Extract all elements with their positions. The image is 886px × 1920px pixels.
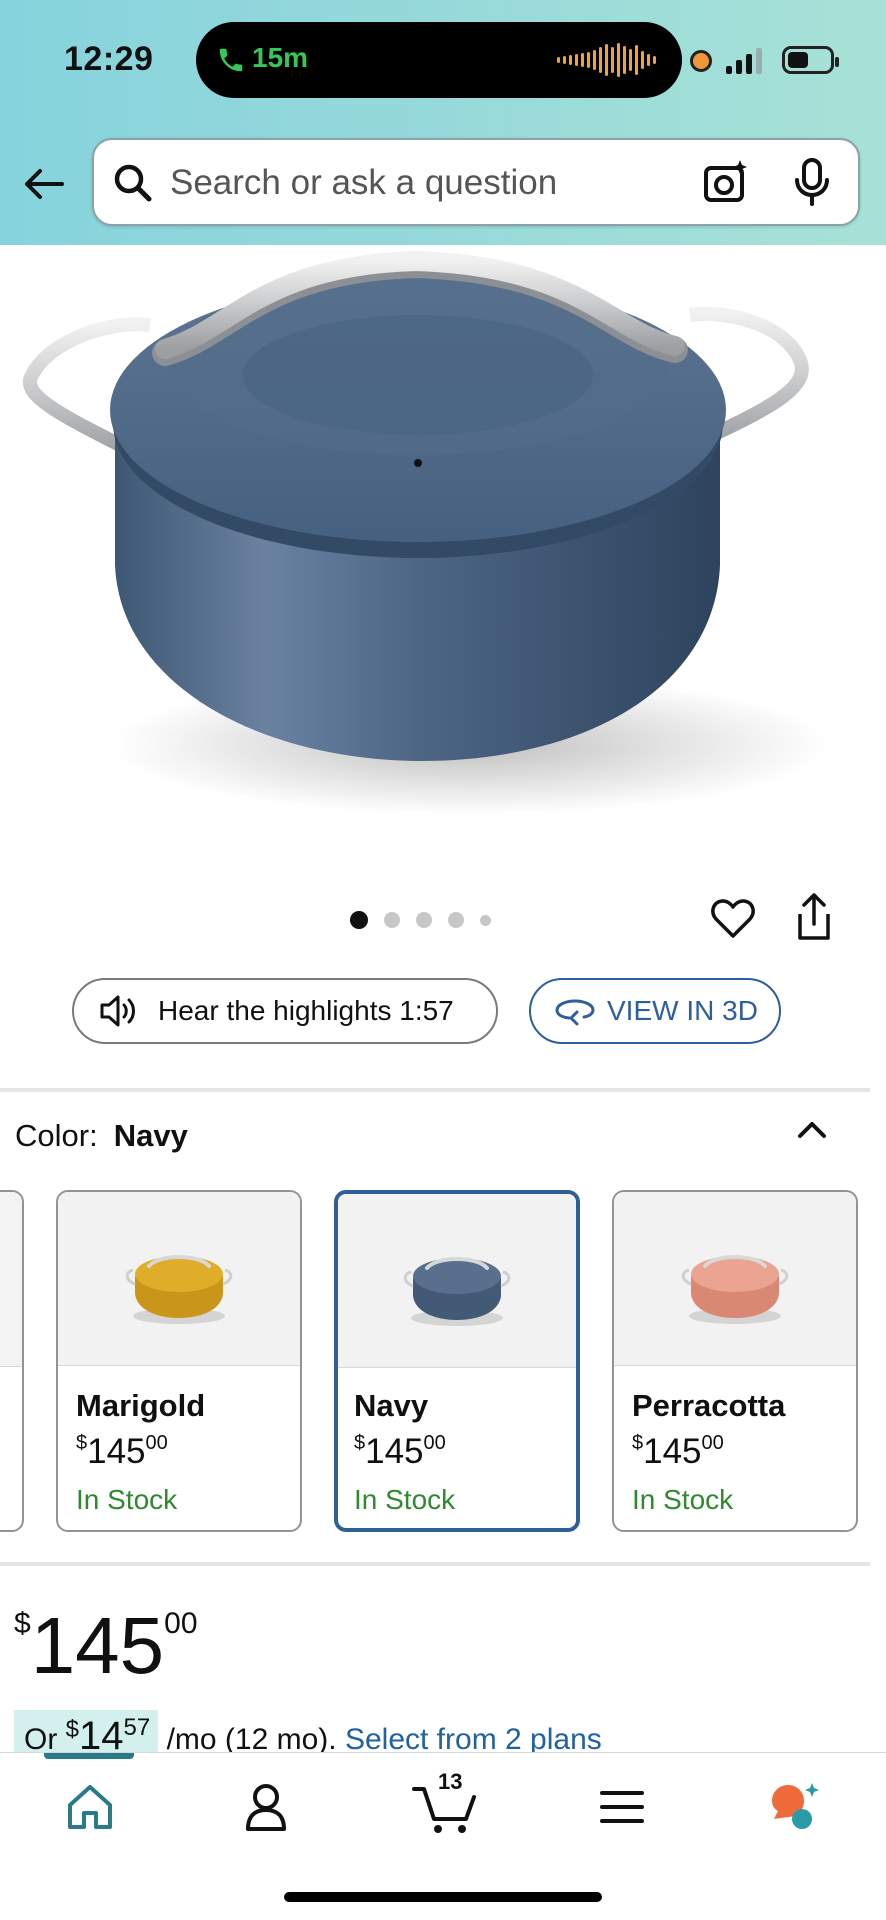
swatch-name: Navy [354,1388,429,1423]
pager-dot[interactable] [480,914,491,926]
product-image[interactable] [0,245,886,845]
status-time: 12:29 [64,40,154,78]
color-swatch-marigold[interactable]: Marigold $14500 In Stock [56,1190,302,1532]
home-indicator [284,1892,602,1902]
active-tab-indicator [44,1753,134,1759]
rotate-3d-icon [555,999,595,1026]
swatch-price: $14500 [76,1432,168,1471]
section-divider [0,1088,870,1092]
top-header: 12:29 15m [0,0,886,245]
swatch-name: Perracotta [632,1388,786,1423]
chevron-up-icon[interactable] [794,1114,830,1144]
hear-highlights-label: Hear the highlights 1:57 [158,995,454,1026]
call-timer: 15m [252,42,309,73]
view-in-3d-button[interactable]: VIEW IN 3D [529,978,781,1044]
microphone-icon[interactable] [792,156,832,208]
menu-icon[interactable] [592,1779,652,1835]
audio-waveform-icon [557,42,656,78]
price-whole: 145 [30,1601,165,1690]
share-icon[interactable] [792,892,836,942]
swatch-stock-status: In Stock [354,1484,456,1515]
back-arrow-icon[interactable] [20,160,68,208]
color-swatch-partial[interactable] [0,1190,24,1532]
price-currency: $ [14,1607,31,1640]
cart-button[interactable]: 13 [412,1769,482,1835]
perracotta-pot-image [681,1255,789,1324]
search-input[interactable] [170,156,670,210]
heart-icon[interactable] [710,896,756,942]
swatch-thumbnail [614,1192,856,1366]
swatch-price: $14500 [354,1432,446,1471]
view-in-3d-label: VIEW IN 3D [607,995,758,1026]
swatch-thumbnail [58,1192,300,1366]
dutch-oven-image [23,250,830,815]
account-icon[interactable] [236,1779,296,1835]
battery-icon [782,46,839,74]
swatch-stock-status: In Stock [632,1484,734,1515]
rufus-icon[interactable] [764,1779,824,1835]
swatch-name: Marigold [76,1388,206,1423]
pager-dot[interactable] [416,912,432,928]
pager-dot[interactable] [384,912,400,928]
image-pager-dots[interactable] [350,910,491,930]
swatch-stock-status: In Stock [76,1484,178,1515]
search-bar[interactable] [92,138,860,226]
mic-in-use-indicator [690,50,712,72]
dynamic-island-call[interactable]: 15m [196,22,682,98]
swatch-price: $14500 [632,1432,724,1471]
navy-pot-image [403,1257,511,1326]
section-divider [0,1562,870,1566]
cellular-signal-icon [726,46,762,74]
selected-color-value: Navy [113,1118,188,1153]
color-label-row: Color: Navy [15,1118,188,1154]
pager-dot[interactable] [350,911,368,929]
product-price: $14500 [14,1600,198,1692]
home-icon[interactable] [60,1779,120,1835]
cart-count: 13 [438,1769,463,1794]
hear-highlights-button[interactable]: Hear the highlights 1:57 [72,978,498,1044]
swatch-thumbnail [338,1194,576,1368]
color-label: Color: [15,1118,98,1153]
color-swatch-navy[interactable]: Navy $14500 In Stock [334,1190,580,1532]
camera-search-icon[interactable] [702,158,750,206]
marigold-pot-image [125,1255,233,1324]
speaker-icon [100,995,135,1027]
phone-icon [219,48,243,72]
search-icon [114,164,152,202]
price-cents: 00 [164,1607,198,1640]
color-swatch-perracotta[interactable]: Perracotta $14500 In Stock [612,1190,858,1532]
pager-dot[interactable] [448,912,464,928]
